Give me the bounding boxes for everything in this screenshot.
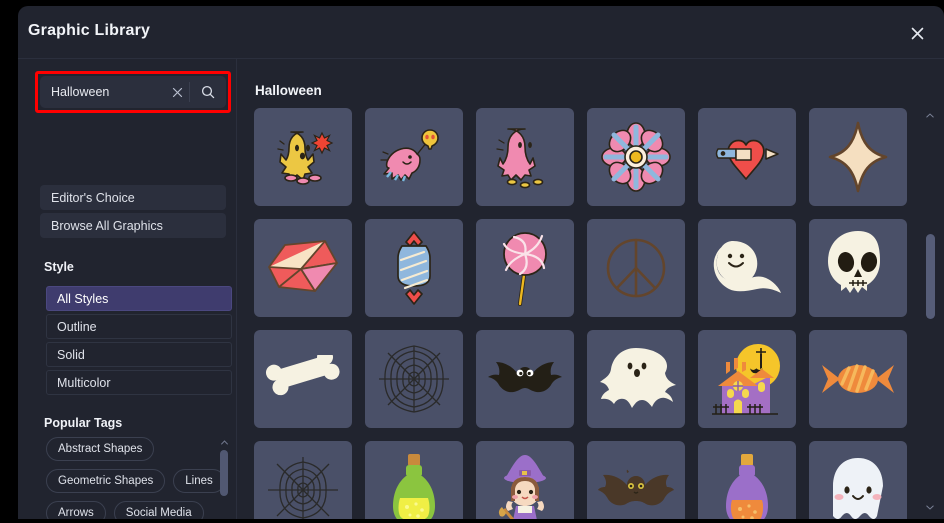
graphic-tile-brown-bat[interactable] xyxy=(587,441,685,519)
graphic-tile-witch-girl[interactable] xyxy=(476,441,574,519)
dialog-body: Editor's Choice Browse All Graphics Styl… xyxy=(18,59,944,519)
tag-pill-abstract-shapes[interactable]: Abstract Shapes xyxy=(46,437,155,461)
search-icon[interactable] xyxy=(190,76,226,108)
graphic-tile-cute-ghost[interactable] xyxy=(809,441,907,519)
style-filter-all-styles[interactable]: All Styles xyxy=(46,286,232,311)
graphics-content-area: Halloween xyxy=(237,59,944,519)
dialog-header: Graphic Library xyxy=(18,6,944,59)
chevron-up-icon[interactable] xyxy=(218,437,230,447)
search-box xyxy=(40,76,226,108)
chevron-up-icon[interactable] xyxy=(923,109,937,121)
graphic-tile-white-ghost[interactable] xyxy=(587,330,685,428)
graphic-library-dialog: Graphic Library Halloween Editor's Choic… xyxy=(18,6,944,519)
graphic-tile-haunted-house[interactable] xyxy=(698,330,796,428)
results-category-title: Halloween xyxy=(255,83,322,98)
graphic-tile-orange-wrapped-candy[interactable] xyxy=(809,330,907,428)
graphic-tile-pink-ghost[interactable] xyxy=(476,108,574,206)
graphic-tile-green-potion-bottle[interactable] xyxy=(365,441,463,519)
sidebar-item-editors-choice[interactable]: Editor's Choice xyxy=(40,185,226,210)
graphic-tile-heart-with-knife[interactable] xyxy=(698,108,796,206)
graphic-tile-four-point-star[interactable] xyxy=(809,108,907,206)
sidebar-item-browse-all-graphics[interactable]: Browse All Graphics xyxy=(40,213,226,238)
graphic-tile-pink-ghost-with-skull-balloon[interactable] xyxy=(365,108,463,206)
style-filter-multicolor[interactable]: Multicolor xyxy=(46,370,232,395)
tags-scrollbar[interactable] xyxy=(218,437,230,519)
tag-pill-geometric-shapes[interactable]: Geometric Shapes xyxy=(46,469,166,493)
graphics-scrollbar-thumb[interactable] xyxy=(926,234,935,319)
graphics-scrollbar[interactable] xyxy=(923,109,937,513)
clear-search-icon[interactable] xyxy=(165,76,189,108)
graphic-tile-yellow-ghost-with-sparkle[interactable] xyxy=(254,108,352,206)
popular-tags-list: Abstract Shapes Geometric Shapes Lines Arro… xyxy=(46,437,226,519)
graphic-tile-retro-flower[interactable] xyxy=(587,108,685,206)
graphic-tile-purple-potion-bottle[interactable] xyxy=(698,441,796,519)
graphic-tile-white-ghost-smiling[interactable] xyxy=(698,219,796,317)
style-filter-outline[interactable]: Outline xyxy=(46,314,232,339)
tags-scrollbar-thumb[interactable] xyxy=(220,450,228,496)
graphic-tile-spider-web-corner[interactable] xyxy=(254,441,352,519)
graphics-grid xyxy=(254,108,907,519)
graphic-tile-pink-envelope[interactable] xyxy=(254,219,352,317)
close-icon[interactable] xyxy=(903,19,931,47)
style-filter-solid[interactable]: Solid xyxy=(46,342,232,367)
style-section-heading: Style xyxy=(44,260,74,274)
tag-row: Geometric Shapes Lines xyxy=(46,469,226,493)
graphic-tile-skull[interactable] xyxy=(809,219,907,317)
page-title: Graphic Library xyxy=(28,22,151,39)
graphic-tile-peace-sign[interactable] xyxy=(587,219,685,317)
tag-pill-arrows[interactable]: Arrows xyxy=(46,501,106,519)
graphic-tile-striped-candy[interactable] xyxy=(365,219,463,317)
tag-row: Abstract Shapes xyxy=(46,437,226,461)
graphic-tile-pink-lollipop[interactable] xyxy=(476,219,574,317)
search-input[interactable] xyxy=(40,85,165,99)
tag-pill-social-media[interactable]: Social Media xyxy=(113,501,204,519)
graphic-tile-bone[interactable] xyxy=(254,330,352,428)
search-field-wrapper xyxy=(35,71,231,113)
graphic-tile-bat-flying[interactable] xyxy=(476,330,574,428)
tag-row: Arrows Social Media xyxy=(46,501,226,519)
chevron-down-icon[interactable] xyxy=(923,501,937,513)
graphic-tile-spider-web[interactable] xyxy=(365,330,463,428)
sidebar: Editor's Choice Browse All Graphics Styl… xyxy=(18,59,237,519)
popular-tags-heading: Popular Tags xyxy=(44,416,123,430)
